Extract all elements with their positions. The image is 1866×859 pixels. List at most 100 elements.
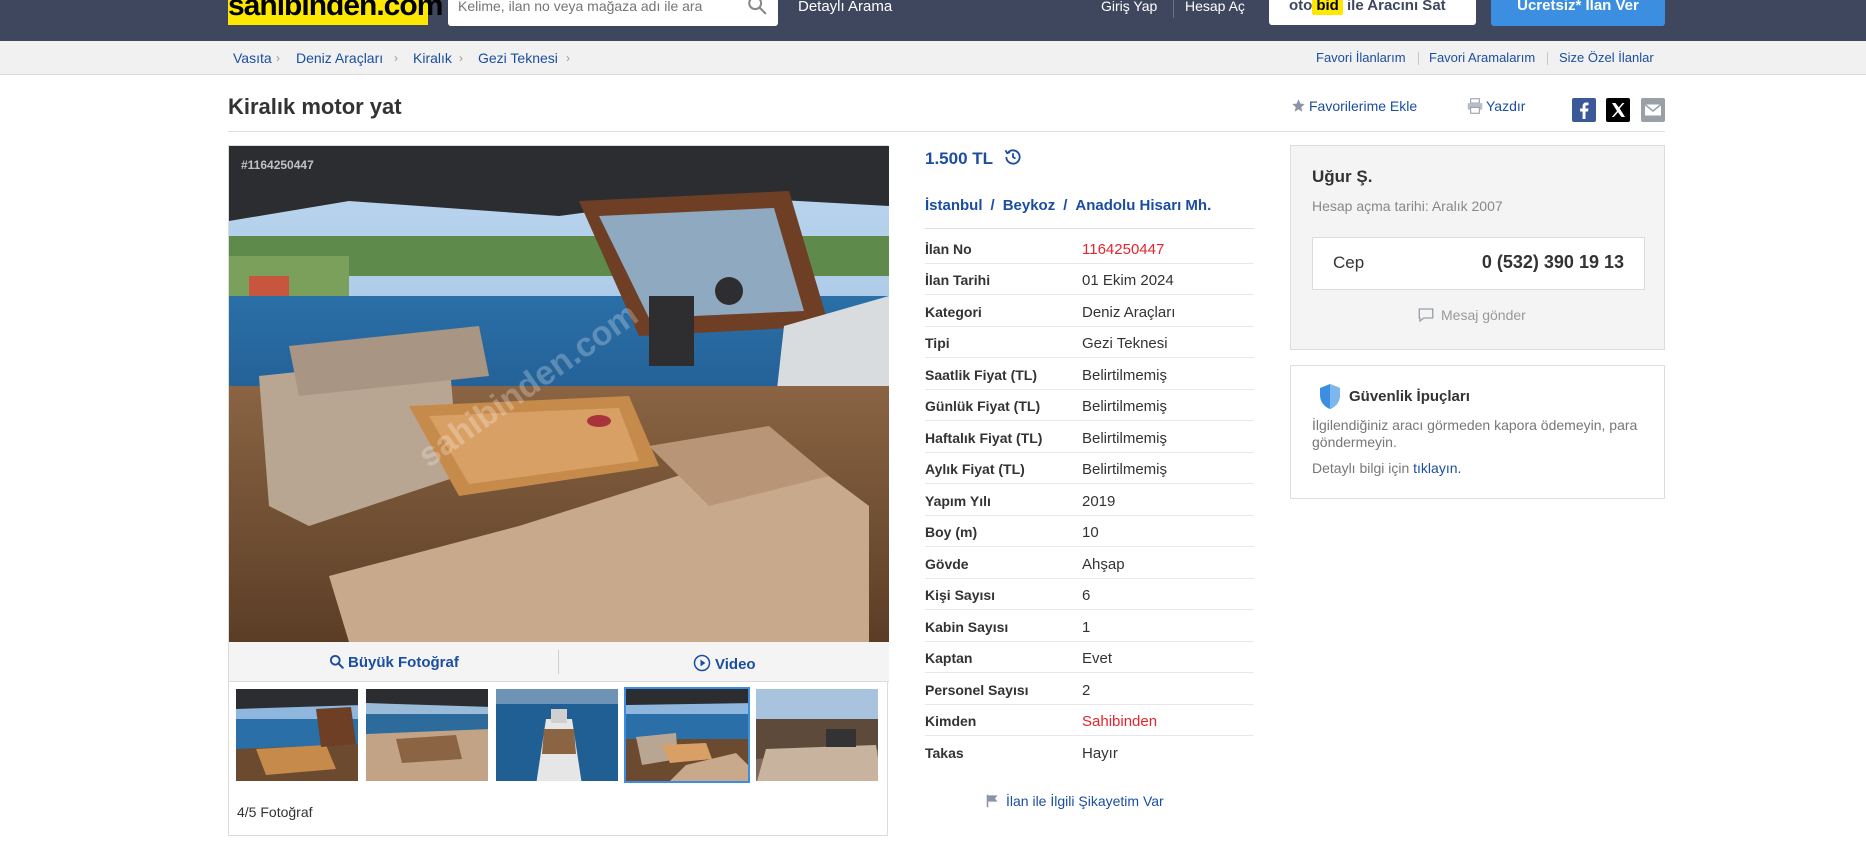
post-ad-button[interactable]: Ücretsiz* İlan Ver <box>1491 0 1665 26</box>
location-district[interactable]: Beykoz <box>1003 197 1056 214</box>
main-photo[interactable]: #1164250447 sahibinden.com <box>229 146 889 642</box>
spec-value: Belirtilmemiş <box>1082 461 1168 478</box>
spec-value: Gezi Teknesi <box>1082 335 1168 352</box>
breadcrumb-bar: Vasıta › Deniz Araçları › Kiralık › Gezi… <box>0 41 1866 75</box>
spec-value: Hayır <box>1082 745 1118 762</box>
spec-label: Personel Sayısı <box>925 682 1029 698</box>
send-message-button[interactable]: Mesaj gönder <box>1417 306 1526 324</box>
spec-label: Saatlik Fiyat (TL) <box>925 367 1038 383</box>
spec-label: Kabin Sayısı <box>925 619 1009 635</box>
spec-label: Tipi <box>925 335 950 351</box>
tips-more: Detaylı bilgi için tıklayın. <box>1312 460 1461 476</box>
spec-row: Kişi Sayısı 6 <box>925 579 1254 610</box>
spec-row: Boy (m) 10 <box>925 516 1254 547</box>
spec-value: Evet <box>1082 650 1113 667</box>
breadcrumb-item[interactable]: Kiralık <box>413 50 452 66</box>
spec-label: Boy (m) <box>925 524 978 540</box>
otobid-brand-highlight: bid <box>1312 0 1343 15</box>
phone-number[interactable]: 0 (532) 390 19 13 <box>1482 252 1624 273</box>
spec-label: Kimden <box>925 713 977 729</box>
magnifier-icon <box>329 654 344 669</box>
location-neighborhood[interactable]: Anadolu Hisarı Mh. <box>1075 197 1211 214</box>
spec-value: 2019 <box>1082 493 1116 510</box>
thumbnail[interactable] <box>234 687 360 783</box>
thumbnail[interactable] <box>494 687 620 783</box>
flag-icon <box>986 794 998 808</box>
location-city[interactable]: İstanbul <box>925 197 983 214</box>
add-favorite-link[interactable]: Favorilerime Ekle <box>1291 98 1417 114</box>
thumbnail[interactable] <box>754 687 880 783</box>
favorite-ads-link[interactable]: Favori İlanlarım <box>1316 50 1406 65</box>
photo-id-label: #1164250447 <box>241 158 314 172</box>
spec-value: Deniz Araçları <box>1082 304 1176 321</box>
tips-more-link[interactable]: tıklayın. <box>1413 460 1461 476</box>
detailed-search-link[interactable]: Detaylı Arama <box>798 0 892 15</box>
spec-row: Tipi Gezi Teknesi <box>925 327 1254 358</box>
spec-label: Kaptan <box>925 650 973 666</box>
seller-box: Uğur Ş. Hesap açma tarihi: Aralık 2007 C… <box>1290 145 1665 350</box>
spec-label: Günlük Fiyat (TL) <box>925 398 1041 414</box>
complaint-link[interactable]: İlan ile İlgili Şikayetim Var <box>985 793 1164 809</box>
spec-value: 10 <box>1082 524 1099 541</box>
breadcrumb-item[interactable]: Vasıta <box>233 50 272 66</box>
tips-more-prefix: Detaylı bilgi için <box>1312 460 1410 476</box>
print-link[interactable]: Yazdır <box>1466 98 1525 114</box>
spec-label: İlan Tarihi <box>925 272 991 288</box>
spec-label: Gövde <box>925 556 969 572</box>
search-box[interactable] <box>448 0 778 26</box>
play-icon <box>693 654 711 672</box>
site-logo[interactable]: sahibinden.com <box>228 0 443 25</box>
spec-value: Belirtilmemiş <box>1082 367 1168 384</box>
video-label: Video <box>715 656 756 673</box>
security-tips-box: Güvenlik İpuçları İlgilendiğiniz aracı g… <box>1290 365 1665 499</box>
register-link[interactable]: Hesap Aç <box>1185 0 1245 14</box>
thumbnail-strip <box>234 687 886 785</box>
otobid-button[interactable]: oto bid ile Aracını Sat <box>1269 0 1476 25</box>
spec-value: 1 <box>1082 619 1091 636</box>
tips-title: Güvenlik İpuçları <box>1349 388 1470 405</box>
location: İstanbul / Beykoz / Anadolu Hisarı Mh. <box>925 197 1211 214</box>
x-twitter-icon[interactable] <box>1606 98 1630 122</box>
otobid-text: ile Aracını Sat <box>1347 0 1446 14</box>
mail-icon[interactable] <box>1641 98 1665 122</box>
photo-count: 4/5 Fotoğraf <box>237 804 313 820</box>
spec-row: Kimden Sahibinden <box>925 705 1254 736</box>
custom-ads-link[interactable]: Size Özel İlanlar <box>1559 50 1654 65</box>
spec-row: Aylık Fiyat (TL) Belirtilmemiş <box>925 453 1254 484</box>
breadcrumb-item[interactable]: Deniz Araçları <box>296 50 383 66</box>
spec-row: Gövde Ahşap <box>925 548 1254 579</box>
search-icon[interactable] <box>746 0 768 16</box>
title-divider <box>228 131 1665 132</box>
tool-divider <box>558 650 559 674</box>
thumbnail[interactable] <box>364 687 490 783</box>
breadcrumb-item[interactable]: Gezi Teknesi <box>478 50 558 66</box>
seller-name[interactable]: Uğur Ş. <box>1312 167 1372 187</box>
spec-row: Yapım Yılı 2019 <box>925 485 1254 516</box>
spec-row: İlan No 1164250447 <box>925 233 1254 264</box>
spec-value: 6 <box>1082 587 1091 604</box>
spec-row: Takas Hayır <box>925 737 1254 768</box>
facebook-icon[interactable] <box>1572 98 1596 122</box>
spec-value: Belirtilmemiş <box>1082 430 1168 447</box>
chevron-right-icon: › <box>566 51 570 65</box>
link-divider <box>1547 52 1548 65</box>
location-separator: / <box>1063 197 1068 214</box>
add-favorite-label: Favorilerime Ekle <box>1309 98 1418 114</box>
favorite-searches-link[interactable]: Favori Aramalarım <box>1429 50 1535 65</box>
spec-row: Kaptan Evet <box>925 642 1254 673</box>
search-input[interactable] <box>458 0 728 16</box>
spec-value: 2 <box>1082 682 1091 699</box>
big-photo-label: Büyük Fotoğraf <box>348 654 459 671</box>
chevron-right-icon: › <box>459 51 463 65</box>
login-link[interactable]: Giriş Yap <box>1101 0 1157 14</box>
video-button[interactable]: Video <box>693 654 756 673</box>
boat-photo <box>229 146 889 642</box>
spec-row: Kabin Sayısı 1 <box>925 611 1254 642</box>
chat-icon <box>1418 308 1434 323</box>
thumbnail-active[interactable] <box>624 687 750 783</box>
photo-gallery: #1164250447 sahibinden.com Büyük Fotoğra… <box>228 145 889 836</box>
history-icon[interactable] <box>1003 147 1023 167</box>
spec-label: Aylık Fiyat (TL) <box>925 461 1025 477</box>
spec-value: Sahibinden <box>1082 713 1158 730</box>
big-photo-button[interactable]: Büyük Fotoğraf <box>329 654 459 671</box>
